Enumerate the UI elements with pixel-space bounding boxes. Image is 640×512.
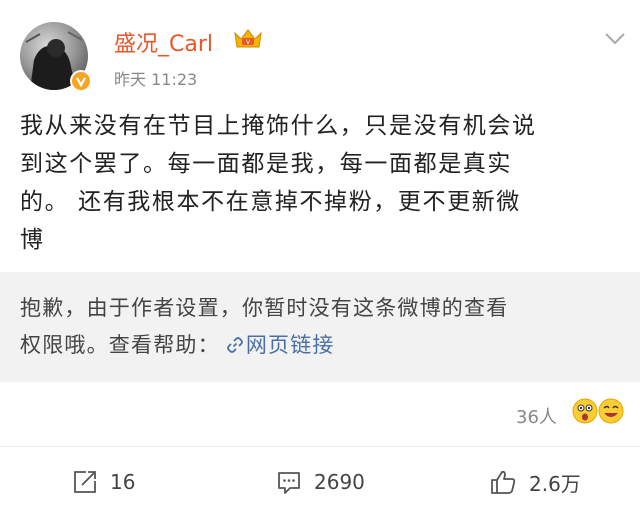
reaction-count[interactable]: 36人: [516, 403, 557, 429]
divider: [0, 446, 640, 447]
verified-badge-icon: [70, 70, 92, 92]
link-icon: [226, 337, 243, 353]
surprised-emoji-icon: [572, 398, 598, 424]
like-count: 2.6万: [529, 471, 581, 496]
chevron-down-icon[interactable]: [604, 31, 626, 45]
repost-button[interactable]: 16: [72, 468, 135, 496]
comment-count: 2690: [314, 470, 365, 494]
content-line: 博: [20, 227, 45, 253]
member-crown-icon[interactable]: V: [233, 27, 263, 51]
comment-button[interactable]: 2690: [276, 468, 365, 496]
retweet-notice: 抱歉，由于作者设置，你暂时没有这条微博的查看 权限哦。查看帮助： 网页链接: [0, 272, 640, 382]
repost-count: 16: [110, 470, 136, 494]
post-time: 昨天 11:23: [114, 70, 198, 89]
like-button[interactable]: 2.6万: [489, 468, 581, 496]
repost-icon: [74, 471, 96, 493]
content-line: 我从来没有在节目上掩饰什么，只是没有机会说: [20, 113, 537, 139]
content-line: 到这个罢了。每一面都是我，每一面都是真实: [20, 151, 512, 177]
web-link[interactable]: 网页链接: [220, 333, 335, 357]
notice-line: 抱歉，由于作者设置，你暂时没有这条微博的查看: [20, 296, 509, 320]
post-content: 我从来没有在节目上掩饰什么，只是没有机会说 到这个罢了。每一面都是我，每一面都是…: [20, 107, 620, 259]
notice-line-prefix: 权限哦。查看帮助：: [20, 333, 220, 357]
post-header: 盛况_Carl V 昨天 11:23: [0, 0, 640, 100]
web-link-label: 网页链接: [245, 333, 335, 357]
laughing-emoji-icon: [598, 398, 624, 424]
comment-icon: [278, 472, 300, 494]
content-line: 的。 还有我根本不在意掉不掉粉，更不更新微: [20, 189, 521, 215]
username[interactable]: 盛况_Carl: [114, 26, 213, 58]
thumbs-up-icon: [491, 470, 516, 494]
